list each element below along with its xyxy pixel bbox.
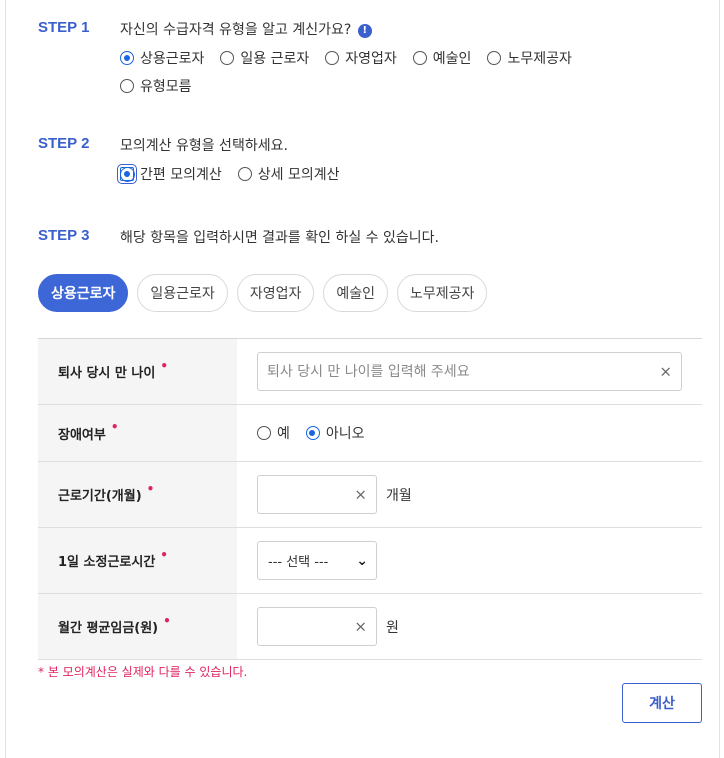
radio-type-unknown[interactable]: 유형모름 — [120, 76, 192, 96]
radio-dot-icon — [412, 51, 427, 65]
radio-dot-icon — [117, 164, 137, 184]
hours-select[interactable]: --- 선택 --- ⌄ — [257, 541, 377, 580]
hours-cell: --- 선택 --- ⌄ — [237, 528, 702, 593]
clear-icon[interactable]: × — [354, 619, 367, 634]
radio-dot-icon — [120, 79, 134, 93]
radio-disability-no[interactable]: 아니오 — [305, 423, 365, 443]
required-mark: • — [160, 547, 168, 562]
step2-question: 모의계산 유형을 선택하세요. — [120, 138, 288, 154]
radio-label: 예술인 — [432, 51, 472, 67]
radio-label: 유형모름 — [140, 79, 192, 95]
wage-unit: 원 — [386, 619, 399, 636]
form-row-period: 근로기간(개월) • × 개월 — [38, 462, 702, 528]
frame-border-right — [719, 0, 720, 758]
tab-labor-provider[interactable]: 노무제공자 — [396, 274, 488, 312]
radio-disability-yes[interactable]: 예 — [257, 423, 290, 443]
wage-label: 월간 평균임금(원) • — [38, 594, 237, 659]
step1-options-row1: 상용근로자 일용 근로자 자영업자 예술인 노무제공자 — [120, 48, 588, 68]
age-label-text: 퇴사 당시 만 나이 — [58, 366, 156, 381]
form-row-age: 퇴사 당시 만 나이 • × — [38, 339, 702, 405]
step1-question: 자신의 수급자격 유형을 알고 계신가요? ! — [120, 19, 372, 39]
radio-label: 자영업자 — [345, 51, 397, 67]
required-mark: • — [163, 613, 171, 628]
step3-description: 해당 항목을 입력하시면 결과를 확인 하실 수 있습니다. — [120, 230, 439, 246]
radio-dot-icon — [237, 167, 252, 181]
hours-label-text: 1일 소정근로시간 — [58, 555, 156, 570]
step2-label: STEP 2 — [38, 135, 90, 152]
radio-dot-icon — [220, 51, 235, 65]
radio-labor-provider[interactable]: 노무제공자 — [487, 48, 572, 68]
radio-dot-icon — [325, 51, 340, 65]
radio-dot-icon — [257, 426, 271, 440]
frame-border-left — [5, 0, 6, 758]
calculate-button[interactable]: 계산 — [622, 683, 702, 723]
age-input[interactable] — [258, 363, 681, 380]
period-input-wrapper: × — [257, 475, 377, 514]
step2-options: 간편 모의계산 상세 모의계산 — [117, 164, 355, 184]
disability-label: 장애여부 • — [38, 405, 237, 461]
disclaimer-note: * 본 모의계산은 실제와 다를 수 있습니다. — [38, 665, 248, 679]
clear-icon[interactable]: × — [659, 364, 672, 379]
radio-label: 아니오 — [325, 426, 365, 442]
radio-label: 간편 모의계산 — [140, 167, 222, 183]
hours-label: 1일 소정근로시간 • — [38, 528, 237, 593]
radio-label: 예 — [277, 426, 290, 442]
radio-detailed-calc[interactable]: 상세 모의계산 — [237, 164, 340, 184]
radio-dot-icon — [487, 51, 502, 65]
info-icon[interactable]: ! — [357, 24, 372, 38]
age-input-wrapper: × — [257, 352, 682, 391]
period-label-text: 근로기간(개월) — [58, 489, 142, 504]
disability-label-text: 장애여부 — [58, 427, 106, 443]
age-label: 퇴사 당시 만 나이 • — [38, 339, 237, 404]
period-cell: × 개월 — [237, 462, 702, 527]
wage-label-text: 월간 평균임금(원) — [58, 621, 159, 636]
radio-daily-worker[interactable]: 일용 근로자 — [220, 48, 309, 68]
tab-self-employed[interactable]: 자영업자 — [236, 274, 315, 312]
form-row-hours: 1일 소정근로시간 • --- 선택 --- ⌄ — [38, 528, 702, 594]
clear-icon[interactable]: × — [354, 487, 367, 502]
required-mark: • — [146, 481, 155, 496]
radio-label: 상용근로자 — [140, 51, 205, 67]
form-row-disability: 장애여부 • 예 아니오 — [38, 405, 702, 462]
calc-form: 퇴사 당시 만 나이 • × 장애여부 • 예 아니오 근로기간(개월) • × 개월… — [38, 338, 702, 660]
hours-select-value: --- 선택 --- — [268, 555, 329, 570]
wage-cell: × 원 — [237, 594, 702, 659]
radio-label: 상세 모의계산 — [257, 167, 340, 183]
tab-regular-worker[interactable]: 상용근로자 — [38, 274, 129, 312]
age-cell: × — [237, 339, 702, 404]
radio-dot-icon — [305, 426, 320, 440]
step1-question-text: 자신의 수급자격 유형을 알고 계신가요? — [120, 22, 352, 38]
radio-label: 일용 근로자 — [240, 51, 310, 67]
radio-label: 노무제공자 — [507, 51, 572, 67]
tab-daily-worker[interactable]: 일용근로자 — [137, 274, 228, 312]
period-unit: 개월 — [386, 487, 412, 504]
step1-options-row2: 유형모름 — [120, 76, 208, 96]
radio-artist[interactable]: 예술인 — [412, 48, 472, 68]
radio-dot-icon — [120, 51, 134, 65]
radio-simple-calc[interactable]: 간편 모의계산 — [117, 164, 222, 184]
chevron-down-icon: ⌄ — [356, 552, 368, 569]
worker-type-tabs: 상용근로자 일용근로자 자영업자 예술인 노무제공자 — [38, 274, 488, 312]
form-row-wage: 월간 평균임금(원) • × 원 — [38, 594, 702, 660]
radio-regular-worker[interactable]: 상용근로자 — [120, 48, 204, 68]
step3-label: STEP 3 — [38, 227, 90, 244]
required-mark: • — [110, 420, 119, 434]
tab-artist[interactable]: 예술인 — [323, 274, 388, 312]
required-mark: • — [160, 358, 168, 373]
disability-cell: 예 아니오 — [237, 405, 702, 461]
step1-label: STEP 1 — [38, 19, 90, 36]
period-label: 근로기간(개월) • — [38, 462, 237, 527]
wage-input-wrapper: × — [257, 607, 377, 646]
radio-self-employed[interactable]: 자영업자 — [325, 48, 397, 68]
